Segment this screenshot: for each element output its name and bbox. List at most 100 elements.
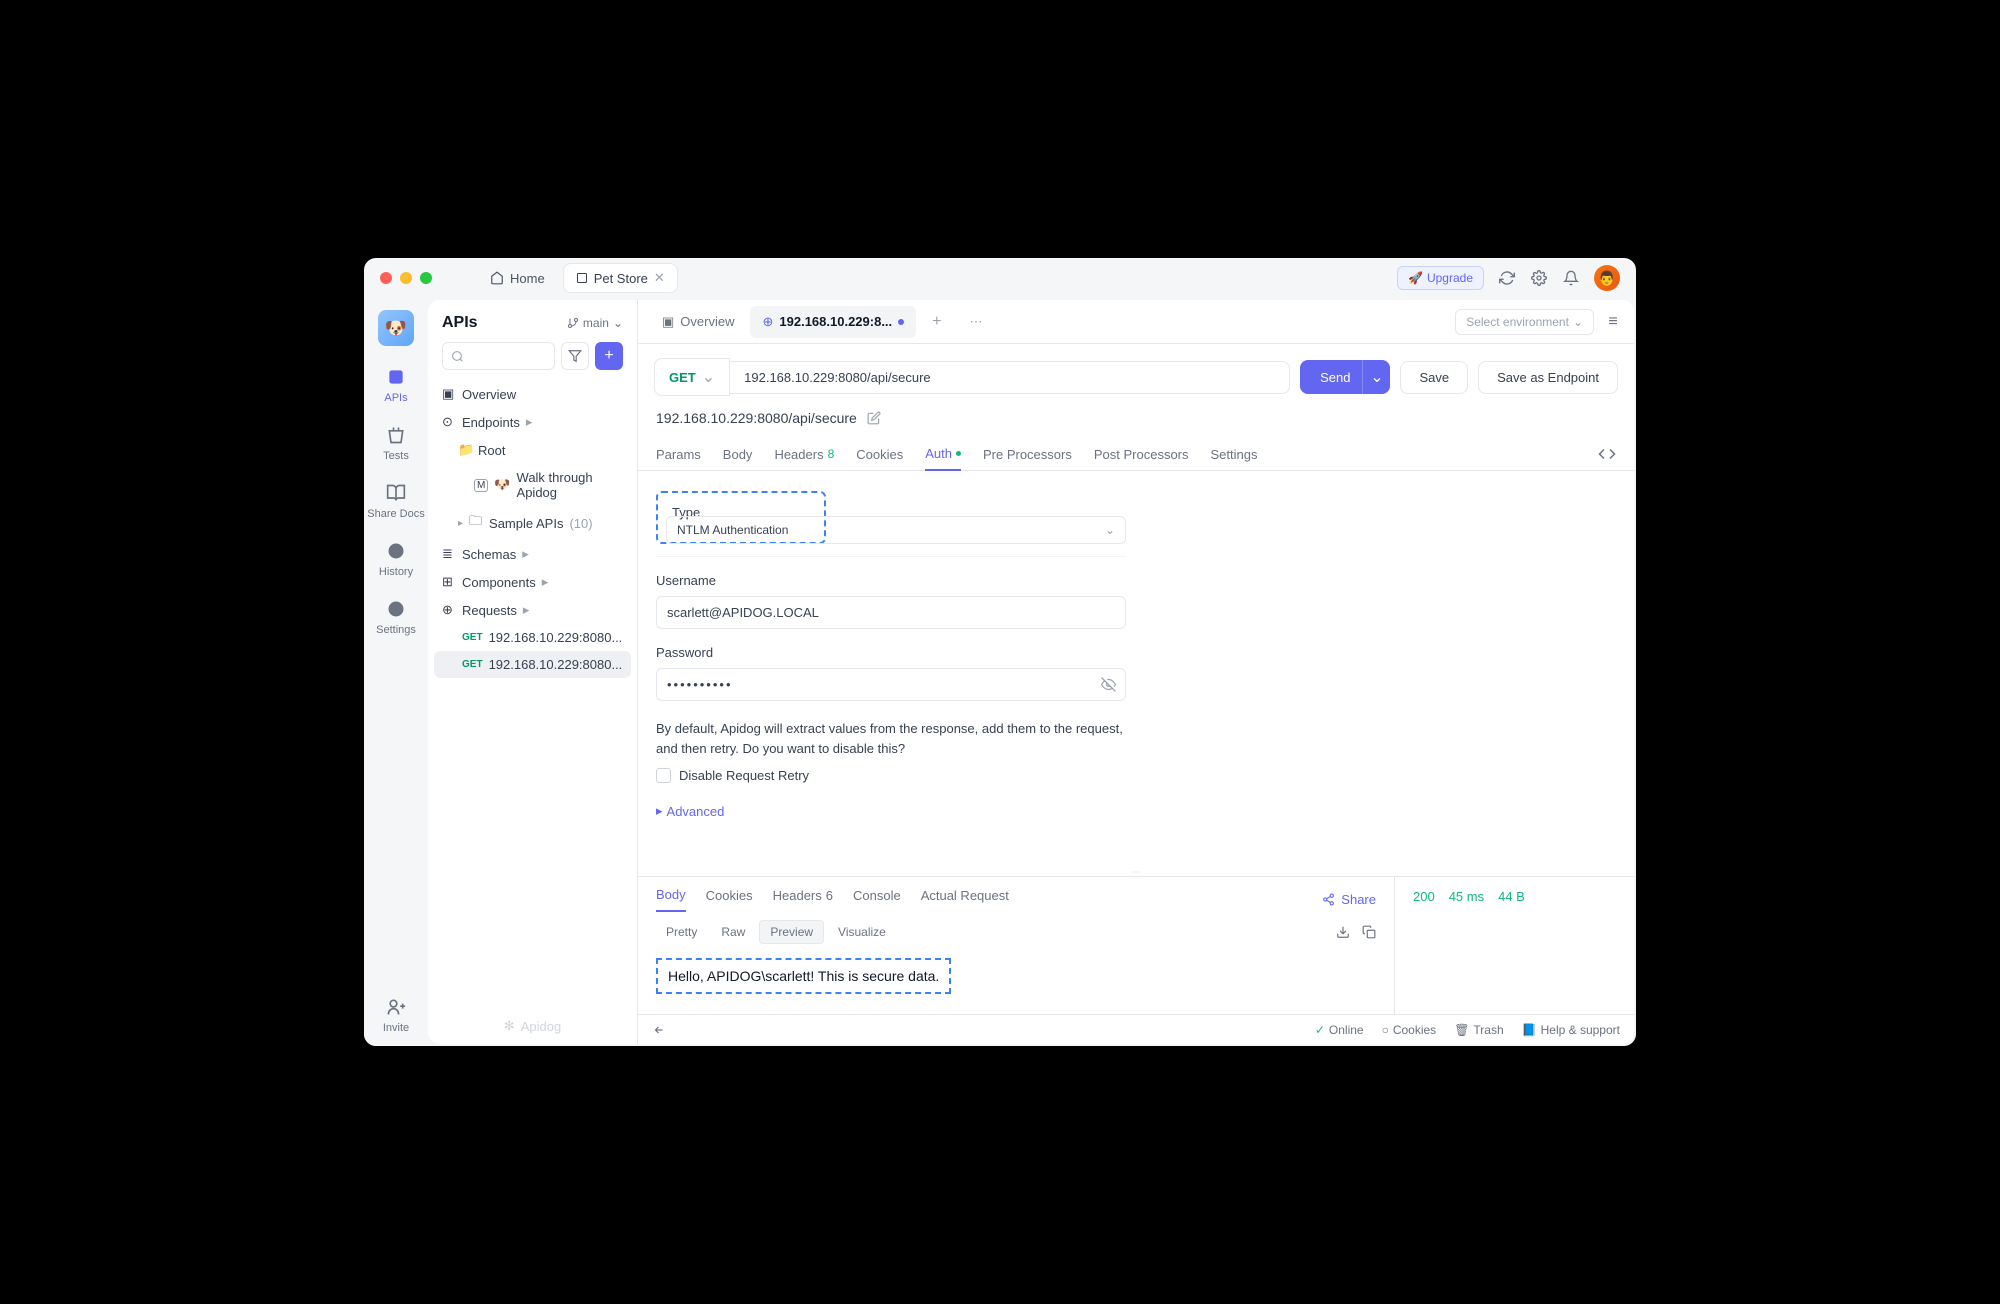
- advanced-label: Advanced: [667, 804, 725, 819]
- resp-sub-pretty[interactable]: Pretty: [656, 921, 707, 943]
- sb-help[interactable]: 📘 Help & support: [1522, 1023, 1620, 1037]
- settings-icon: [385, 598, 407, 620]
- gear-icon[interactable]: [1530, 269, 1548, 287]
- tab-post-processors[interactable]: Post Processors: [1094, 438, 1189, 470]
- password-input[interactable]: ••••••••••: [656, 668, 1126, 701]
- tab-cookies[interactable]: Cookies: [856, 438, 903, 470]
- nav-invite-label: Invite: [383, 1022, 409, 1034]
- save-button[interactable]: Save: [1400, 361, 1468, 394]
- tab-active-request[interactable]: ⊕ 192.168.10.229:8...: [750, 306, 916, 338]
- tree-sample-apis[interactable]: ▸ 🗀 Sample APIs (10): [434, 506, 631, 540]
- user-avatar[interactable]: 👨: [1594, 265, 1620, 291]
- response-text: Hello, APIDOG\scarlett! This is secure d…: [656, 958, 951, 994]
- workspace-tab[interactable]: Pet Store ✕: [563, 263, 678, 293]
- auth-content: Type NTLM Authentication ⌄ Username scar…: [638, 471, 1634, 868]
- response-tabs: Body Cookies Headers 6 Console Actual Re…: [638, 877, 1394, 912]
- method-badge: GET: [462, 659, 483, 670]
- close-window-button[interactable]: [380, 272, 392, 284]
- copy-icon[interactable]: [1362, 925, 1376, 939]
- edit-icon[interactable]: [867, 411, 881, 425]
- response-tab-actual[interactable]: Actual Request: [921, 887, 1013, 912]
- send-button[interactable]: Send: [1300, 360, 1370, 394]
- response-stats: 200 45 ms 44 B: [1394, 877, 1634, 1014]
- code-icon[interactable]: [1598, 438, 1616, 470]
- response-tab-headers[interactable]: Headers 6: [773, 887, 833, 912]
- sidebar-search[interactable]: [442, 342, 555, 370]
- sb-online[interactable]: ✓ Online: [1315, 1023, 1364, 1037]
- tree-endpoints[interactable]: ⊙ Endpoints ▸: [434, 408, 631, 436]
- tests-icon: [385, 424, 407, 446]
- share-response-button[interactable]: Share: [1322, 887, 1376, 912]
- endpoints-icon: ⊙: [442, 414, 456, 430]
- tree-requests[interactable]: ⊕ Requests ▸: [434, 596, 631, 624]
- panel-toggle-icon[interactable]: ≡: [1604, 313, 1622, 331]
- sb-trash[interactable]: 🗑 Trash: [1454, 1023, 1503, 1037]
- tree-request-item[interactable]: GET 192.168.10.229:8080...: [434, 624, 631, 651]
- resp-sub-preview[interactable]: Preview: [759, 920, 824, 944]
- tab-auth[interactable]: Auth: [925, 438, 961, 471]
- nav-apis[interactable]: APIs: [384, 366, 407, 404]
- tab-overview[interactable]: ▣ Overview: [650, 306, 746, 338]
- nav-settings[interactable]: Settings: [376, 598, 416, 636]
- sb-online-label: Online: [1329, 1023, 1364, 1037]
- auth-type-selector[interactable]: NTLM Authentication ⌄: [666, 516, 1126, 544]
- sidebar-title: APIs: [442, 314, 478, 332]
- resize-handle[interactable]: ⋯: [638, 868, 1634, 876]
- username-input[interactable]: scarlett@APIDOG.LOCAL: [656, 596, 1126, 629]
- tree-schemas[interactable]: ≣ Schemas ▸: [434, 540, 631, 568]
- env-placeholder: Select environment: [1466, 315, 1569, 329]
- resp-sub-raw[interactable]: Raw: [711, 921, 755, 943]
- add-button[interactable]: +: [595, 342, 623, 370]
- tree-components[interactable]: ⊞ Components ▸: [434, 568, 631, 596]
- download-icon[interactable]: [1336, 925, 1350, 939]
- tree-request-item[interactable]: GET 192.168.10.229:8080...: [434, 651, 631, 678]
- sb-cookies[interactable]: ○ Cookies: [1382, 1023, 1437, 1037]
- bell-icon[interactable]: [1562, 269, 1580, 287]
- save-as-endpoint-button[interactable]: Save as Endpoint: [1478, 361, 1618, 394]
- maximize-window-button[interactable]: [420, 272, 432, 284]
- nav-share-docs[interactable]: Share Docs: [367, 482, 424, 520]
- environment-selector[interactable]: Select environment ⌄: [1455, 309, 1594, 335]
- project-avatar[interactable]: 🐶: [378, 310, 414, 346]
- response-tab-body[interactable]: Body: [656, 887, 686, 912]
- resp-sub-visualize[interactable]: Visualize: [828, 921, 896, 943]
- home-breadcrumb[interactable]: Home: [480, 267, 555, 290]
- advanced-toggle[interactable]: ▸ Advanced: [656, 803, 1616, 819]
- tree-walkthrough-label: Walk through Apidog: [517, 470, 623, 500]
- send-dropdown-button[interactable]: ⌄: [1362, 360, 1390, 394]
- close-tab-icon[interactable]: ✕: [654, 270, 665, 286]
- add-tab-button[interactable]: +: [920, 305, 953, 339]
- toggle-password-visibility-icon[interactable]: [1101, 677, 1116, 692]
- disable-retry-checkbox[interactable]: [656, 768, 671, 783]
- tab-body[interactable]: Body: [723, 438, 753, 470]
- tab-params[interactable]: Params: [656, 438, 701, 470]
- minimize-window-button[interactable]: [400, 272, 412, 284]
- branch-selector[interactable]: main ⌄: [567, 316, 623, 330]
- tab-pre-processors[interactable]: Pre Processors: [983, 438, 1072, 470]
- help-icon: 📘: [1522, 1023, 1537, 1037]
- upgrade-button[interactable]: 🚀 Upgrade: [1397, 266, 1484, 290]
- url-input[interactable]: 192.168.10.229:8080/api/secure: [730, 361, 1290, 394]
- nav-invite[interactable]: Invite: [383, 996, 409, 1034]
- response-tab-console[interactable]: Console: [853, 887, 901, 912]
- sb-cookies-label: Cookies: [1393, 1023, 1436, 1037]
- apidog-logo-icon: ✻: [504, 1018, 515, 1034]
- more-tabs-button[interactable]: ⋯: [958, 306, 995, 338]
- nav-history[interactable]: History: [379, 540, 413, 578]
- tree-root[interactable]: 📁 Root: [434, 436, 631, 464]
- filter-button[interactable]: [561, 342, 589, 370]
- box-icon: [576, 272, 588, 284]
- tree-walkthrough[interactable]: M 🐶 Walk through Apidog: [434, 464, 631, 506]
- tree-schemas-label: Schemas: [462, 547, 516, 562]
- response-tab-cookies[interactable]: Cookies: [706, 887, 753, 912]
- tab-headers[interactable]: Headers 8: [774, 438, 834, 470]
- endpoint-name-row: 192.168.10.229:8080/api/secure: [638, 410, 1634, 438]
- tab-settings[interactable]: Settings: [1211, 438, 1258, 470]
- nav-tests[interactable]: Tests: [383, 424, 409, 462]
- check-circle-icon: ✓: [1315, 1023, 1325, 1037]
- collapse-sidebar-button[interactable]: [652, 1023, 666, 1037]
- response-panel: Body Cookies Headers 6 Console Actual Re…: [638, 876, 1634, 1014]
- tree-overview[interactable]: ▣ Overview: [434, 380, 631, 408]
- method-selector[interactable]: GET ⌄: [654, 358, 730, 396]
- refresh-icon[interactable]: [1498, 269, 1516, 287]
